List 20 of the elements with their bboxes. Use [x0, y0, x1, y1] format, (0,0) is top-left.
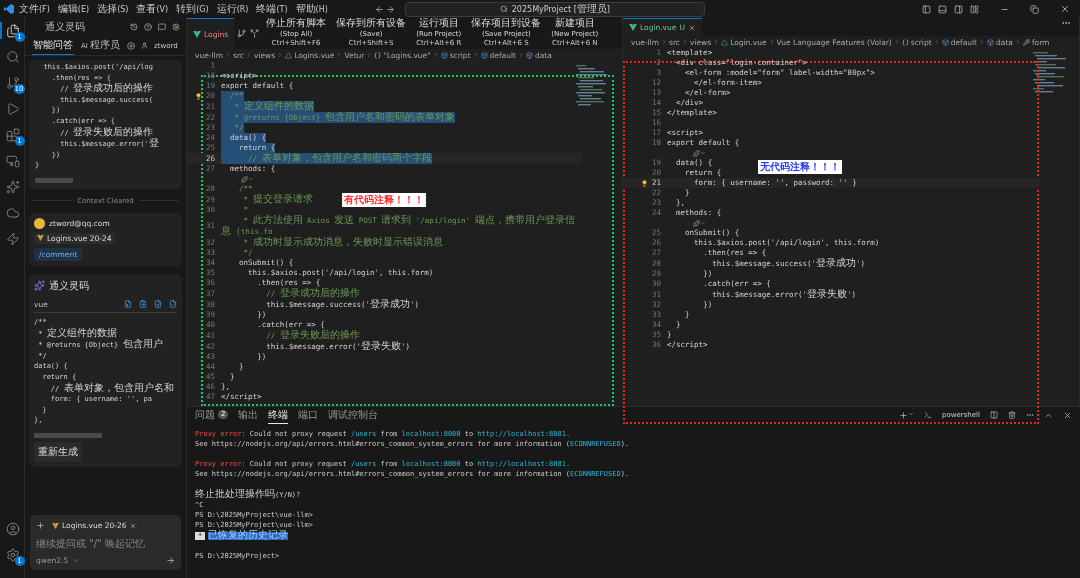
annotation-label: 无代码注释！！！: [758, 160, 842, 174]
menu-item[interactable]: 转到(G): [173, 2, 212, 16]
menu-item[interactable]: 帮助(H): [292, 2, 331, 16]
panel-tab[interactable]: 输出: [238, 406, 259, 424]
menu-item[interactable]: 编辑(E): [54, 2, 93, 16]
panel-tab[interactable]: 调试控制台: [328, 406, 379, 424]
panel-tab[interactable]: 智能问答: [32, 36, 74, 55]
panel-tab[interactable]: 端口: [298, 406, 319, 424]
menu-item[interactable]: 文件(F): [16, 2, 53, 16]
menu-item[interactable]: 终端(T): [253, 2, 291, 16]
chat-input[interactable]: 继续提问或 "/" 唤起记忆: [36, 538, 175, 549]
regenerate-button[interactable]: 重新生成: [34, 441, 82, 462]
assistant-name: 通义灵码: [49, 278, 89, 293]
panel-title: 通义灵码: [45, 20, 86, 34]
panel-tab[interactable]: 终端: [268, 406, 289, 424]
annotation-label: 有代码注释！！！: [342, 193, 426, 207]
menu-item[interactable]: 选择(S): [94, 2, 132, 16]
menu-item[interactable]: 查看(V): [133, 2, 172, 16]
search-field[interactable]: 2025MyProject [管理员]: [404, 1, 705, 17]
menu-item[interactable]: 运行(R): [213, 2, 252, 16]
